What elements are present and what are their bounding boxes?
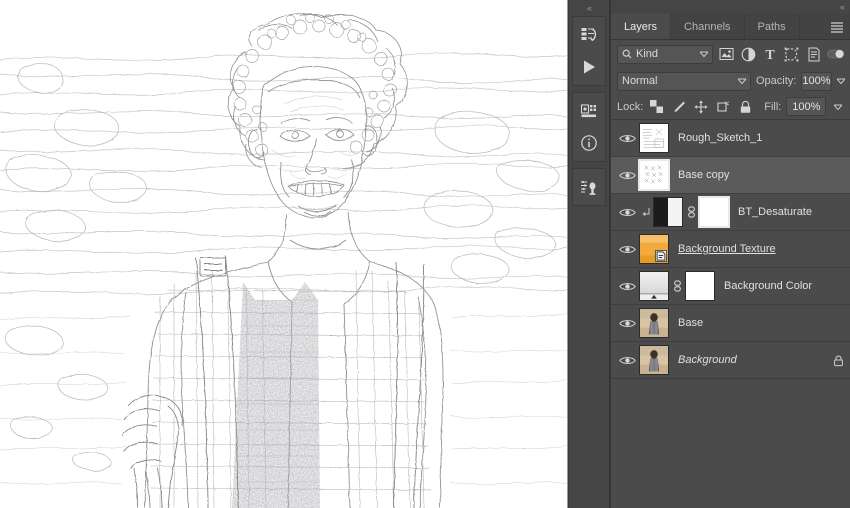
table-row[interactable]: Base bbox=[611, 305, 850, 342]
fill-stepper-icon[interactable] bbox=[831, 104, 844, 110]
eye-icon[interactable] bbox=[615, 157, 639, 194]
opacity-label: Opacity: bbox=[756, 75, 797, 87]
lock-label: Lock: bbox=[617, 100, 644, 113]
layers-panel: « Layers Channels Paths Kind T Normal Op… bbox=[610, 0, 850, 508]
layer-name[interactable]: Rough_Sketch_1 bbox=[669, 132, 850, 144]
lock-image-pixels-icon[interactable] bbox=[670, 97, 687, 116]
chevron-down-icon[interactable] bbox=[700, 51, 708, 57]
lock-position-icon[interactable] bbox=[693, 97, 710, 116]
eye-icon[interactable] bbox=[615, 305, 639, 342]
filter-shape-layers-icon[interactable] bbox=[783, 45, 800, 64]
panel-topbar: « bbox=[611, 0, 850, 14]
lock-bar: Lock: Fill: 100% bbox=[611, 94, 850, 120]
smart-object-badge-icon bbox=[655, 250, 667, 262]
lock-all-icon[interactable] bbox=[737, 97, 754, 116]
filter-toggle-switch-icon[interactable] bbox=[827, 45, 844, 64]
table-row[interactable]: Background bbox=[611, 342, 850, 379]
svg-text:T: T bbox=[765, 48, 775, 61]
layer-thumbnail[interactable] bbox=[639, 308, 669, 338]
opacity-stepper-icon[interactable] bbox=[836, 78, 845, 84]
layer-mask-thumbnail[interactable] bbox=[685, 271, 715, 301]
layer-thumbnail[interactable] bbox=[638, 159, 670, 191]
layer-mask-thumbnail[interactable] bbox=[698, 196, 730, 228]
filter-type-layers-icon[interactable]: T bbox=[762, 45, 779, 64]
eye-icon[interactable] bbox=[615, 268, 639, 305]
tab-channels[interactable]: Channels bbox=[671, 14, 745, 39]
hamburger-menu-icon[interactable] bbox=[824, 14, 850, 39]
filter-kind-label: Kind bbox=[636, 48, 659, 60]
pencil-sketch-artwork bbox=[0, 0, 568, 508]
actions-play-icon[interactable] bbox=[574, 52, 604, 82]
layer-locked-icon bbox=[826, 354, 850, 367]
table-row[interactable]: BT_Desaturate bbox=[611, 194, 850, 231]
filter-pixel-layers-icon[interactable] bbox=[718, 45, 735, 64]
fill-input[interactable]: 100% bbox=[786, 97, 827, 116]
panel-tabbar: Layers Channels Paths bbox=[611, 14, 850, 40]
dock-collapse-button[interactable]: « bbox=[568, 0, 610, 16]
opacity-input[interactable]: 100% bbox=[801, 71, 832, 91]
dock-group-history bbox=[572, 16, 606, 86]
tab-paths[interactable]: Paths bbox=[744, 14, 800, 39]
eye-icon[interactable] bbox=[615, 120, 639, 157]
table-row[interactable]: Rough_Sketch_1 bbox=[611, 120, 850, 157]
info-icon[interactable] bbox=[574, 128, 604, 158]
filter-adjustment-layers-icon[interactable] bbox=[740, 45, 757, 64]
lock-artboard-nesting-icon[interactable] bbox=[715, 97, 732, 116]
layer-name[interactable]: Background Color bbox=[715, 280, 850, 292]
photoshop-window: « « Layers Channels Paths Kind T Normal … bbox=[0, 0, 850, 508]
filter-smart-objects-icon[interactable] bbox=[805, 45, 822, 64]
layer-list[interactable]: Rough_Sketch_1 Base copy BT_Desaturate B… bbox=[611, 120, 850, 508]
canvas-right-edge bbox=[567, 0, 568, 508]
search-icon bbox=[622, 49, 632, 59]
eye-icon[interactable] bbox=[615, 342, 639, 379]
blend-mode-select[interactable]: Normal bbox=[617, 71, 751, 91]
adjustments-icon[interactable] bbox=[574, 172, 604, 202]
link-mask-icon[interactable] bbox=[669, 279, 685, 293]
layer-thumbnail[interactable] bbox=[639, 271, 669, 301]
fill-label: Fill: bbox=[764, 100, 782, 113]
table-row[interactable]: Base copy bbox=[611, 157, 850, 194]
layer-name[interactable]: Background bbox=[669, 354, 826, 366]
history-icon[interactable] bbox=[574, 20, 604, 50]
document-canvas[interactable] bbox=[0, 0, 568, 508]
blend-mode-value: Normal bbox=[622, 75, 658, 87]
link-mask-icon[interactable] bbox=[683, 205, 699, 219]
collapsed-panel-dock: « bbox=[568, 0, 610, 508]
tabbar-filler bbox=[799, 14, 824, 39]
dock-group-libraries bbox=[572, 92, 606, 162]
layer-thumbnail[interactable] bbox=[639, 234, 669, 264]
layer-thumbnail[interactable] bbox=[639, 345, 669, 375]
layer-name[interactable]: BT_Desaturate bbox=[729, 206, 850, 218]
blend-mode-bar: Normal Opacity: 100% bbox=[611, 68, 850, 94]
clipping-mask-icon bbox=[639, 207, 653, 218]
panel-collapse-button[interactable]: « bbox=[840, 2, 845, 12]
tab-layers[interactable]: Layers bbox=[611, 14, 672, 39]
chevron-down-icon[interactable] bbox=[738, 78, 746, 84]
layer-list-empty-area bbox=[611, 379, 850, 499]
eye-icon[interactable] bbox=[615, 231, 639, 268]
lock-transparent-pixels-icon[interactable] bbox=[648, 97, 665, 116]
layer-filter-bar: Kind T bbox=[611, 40, 850, 68]
table-row[interactable]: Background Texture bbox=[611, 231, 850, 268]
layer-name[interactable]: Base bbox=[669, 317, 850, 329]
dock-group-adjustments bbox=[572, 168, 606, 206]
table-row[interactable]: Background Color bbox=[611, 268, 850, 305]
layer-name[interactable]: Base copy bbox=[669, 169, 850, 181]
layer-thumbnail[interactable] bbox=[639, 123, 669, 153]
layer-thumbnail[interactable] bbox=[653, 197, 683, 227]
filter-kind-select[interactable]: Kind bbox=[617, 44, 713, 64]
layer-name[interactable]: Background Texture bbox=[669, 243, 850, 255]
eye-icon[interactable] bbox=[615, 194, 639, 231]
libraries-icon[interactable] bbox=[574, 96, 604, 126]
